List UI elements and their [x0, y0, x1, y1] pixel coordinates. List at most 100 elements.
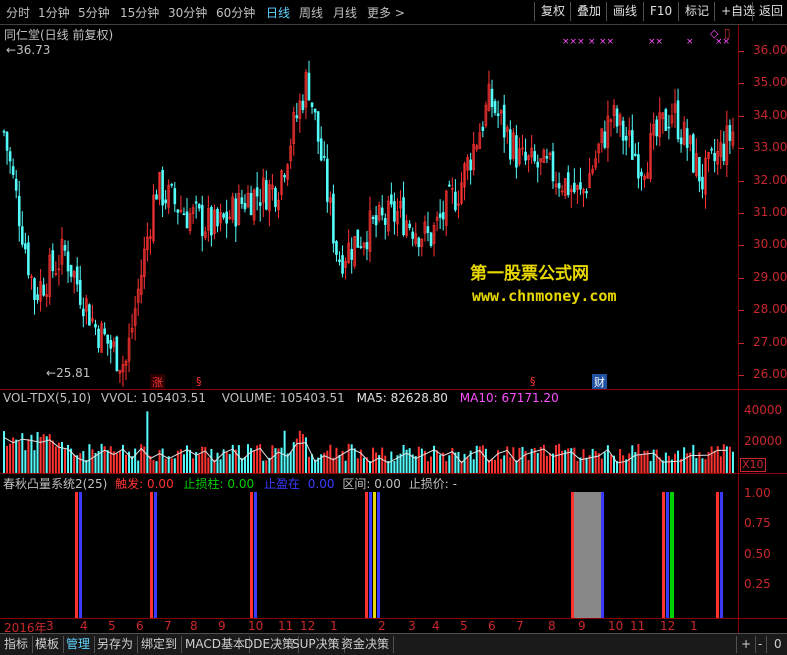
volume-bar [536, 452, 539, 473]
candle-body [36, 294, 39, 301]
candle-body [634, 153, 637, 156]
volume-bar [731, 451, 734, 473]
volume-bar [155, 461, 158, 473]
indicator-name[interactable]: 春秋凸量系统2(25) [3, 477, 107, 491]
period-1min[interactable]: 1分钟 [38, 4, 70, 21]
zoom-out-button[interactable]: - [754, 636, 768, 653]
watermark-url: www.chnmoney.com [472, 287, 617, 305]
candle-body [728, 125, 732, 141]
event-mark[interactable]: § [530, 375, 536, 388]
candle-body [75, 266, 79, 285]
date-tick: 6 [136, 619, 144, 633]
volume-bar [91, 449, 94, 473]
event-mark[interactable]: § [196, 375, 202, 388]
date-tick: 12 [300, 619, 316, 633]
period-monthly[interactable]: 月线 [333, 4, 357, 21]
signal-bar [254, 492, 257, 618]
tab-save-as[interactable]: 另存为 [93, 636, 139, 653]
tab-fund-decision[interactable]: 资金决策 [337, 636, 395, 653]
candle-body [24, 243, 27, 250]
tab-manage[interactable]: 管理 [62, 636, 96, 653]
tick-mark [739, 83, 744, 85]
volume-chart[interactable] [0, 405, 738, 473]
candlestick-chart[interactable] [0, 25, 738, 389]
volume-bar [521, 446, 524, 473]
mark-button[interactable]: 标记 [678, 2, 715, 21]
volume-bar [219, 459, 222, 473]
candle-body [490, 88, 494, 108]
period-15min[interactable]: 15分钟 [120, 4, 159, 21]
candle-body [667, 126, 671, 129]
adjust-button[interactable]: 复权 [534, 2, 571, 21]
candle-body [356, 229, 360, 248]
date-tick: 8 [548, 619, 556, 633]
price-tick: 33.00 [753, 140, 787, 155]
candle-body [365, 242, 369, 250]
volume-bar [609, 454, 612, 473]
signal-bar [662, 492, 665, 618]
volume-bar [216, 452, 219, 473]
candle-body [524, 151, 527, 161]
candle-body [429, 232, 433, 246]
volume-bar [253, 450, 256, 473]
volume-bar [192, 458, 195, 473]
volume-bar [283, 430, 286, 473]
event-financial-mark[interactable]: 财 [592, 374, 607, 390]
volume-bar [375, 452, 378, 473]
volume-bar [237, 445, 240, 473]
ma5-value: MA5: 82628.80 [356, 391, 448, 405]
period-toolbar: 分时 1分钟 5分钟 15分钟 30分钟 60分钟 日线 周线 月线 更多 > … [0, 0, 787, 25]
period-30min[interactable]: 30分钟 [168, 4, 207, 21]
period-5min[interactable]: 5分钟 [78, 4, 110, 21]
overlay-button[interactable]: 叠加 [570, 2, 607, 21]
volume-bar [6, 445, 9, 473]
candle-body [664, 109, 668, 131]
volume-bar [362, 457, 365, 473]
candle-body [155, 194, 158, 200]
candle-body [338, 259, 341, 262]
signal-bar [716, 492, 719, 618]
volume-indicator-name[interactable]: VOL-TDX(5,10) [3, 391, 91, 405]
volume-bar [719, 456, 722, 473]
candle-body [566, 172, 570, 195]
candle-body [51, 250, 55, 272]
ma5-line [3, 436, 727, 464]
price-tick: 35.00 [753, 75, 787, 90]
back-button[interactable]: 返回 [752, 2, 787, 21]
candle-body [341, 255, 344, 274]
period-daily[interactable]: 日线 [266, 4, 290, 21]
candle-body [533, 151, 537, 162]
volume-bar [664, 452, 667, 473]
candle-body [106, 334, 109, 344]
tab-indicator[interactable]: 指标 [0, 636, 34, 653]
volume-bar [674, 453, 676, 473]
f10-button[interactable]: F10 [643, 2, 678, 21]
volume-bar [420, 448, 423, 473]
volume-bar [384, 455, 387, 473]
volume-bar [27, 439, 30, 473]
stop-price-value: 止损价: - [408, 477, 457, 491]
vol-tick: 20000 [744, 434, 783, 448]
candle-body [222, 213, 225, 218]
event-limit-up-mark[interactable]: 涨 [150, 374, 165, 390]
draw-line-button[interactable]: 画线 [606, 2, 643, 21]
volume-bar [42, 434, 45, 473]
tab-template[interactable]: 模板 [31, 636, 65, 653]
candle-body [698, 157, 701, 182]
volume-bar [393, 460, 396, 473]
volume-bar [603, 452, 606, 473]
candle-body [496, 113, 500, 116]
period-timeshare[interactable]: 分时 [6, 4, 30, 21]
volume-bar [274, 448, 277, 473]
period-weekly[interactable]: 周线 [299, 4, 323, 21]
date-tick: 9 [218, 619, 226, 633]
indicator-chart[interactable] [0, 490, 738, 618]
tab-bind-to[interactable]: 绑定到 [137, 636, 183, 653]
volume-bar [210, 448, 213, 473]
reset-zoom-button[interactable]: 0 [770, 636, 786, 653]
indicator-tab-bar: 指标 模板 管理 另存为 绑定到 MACD基本 DDE决策 SUP决策 资金决策… [0, 633, 787, 655]
ind-tick: 0.25 [744, 577, 771, 591]
candle-body [33, 278, 36, 300]
period-more[interactable]: 更多 > [367, 4, 405, 21]
period-60min[interactable]: 60分钟 [216, 4, 255, 21]
